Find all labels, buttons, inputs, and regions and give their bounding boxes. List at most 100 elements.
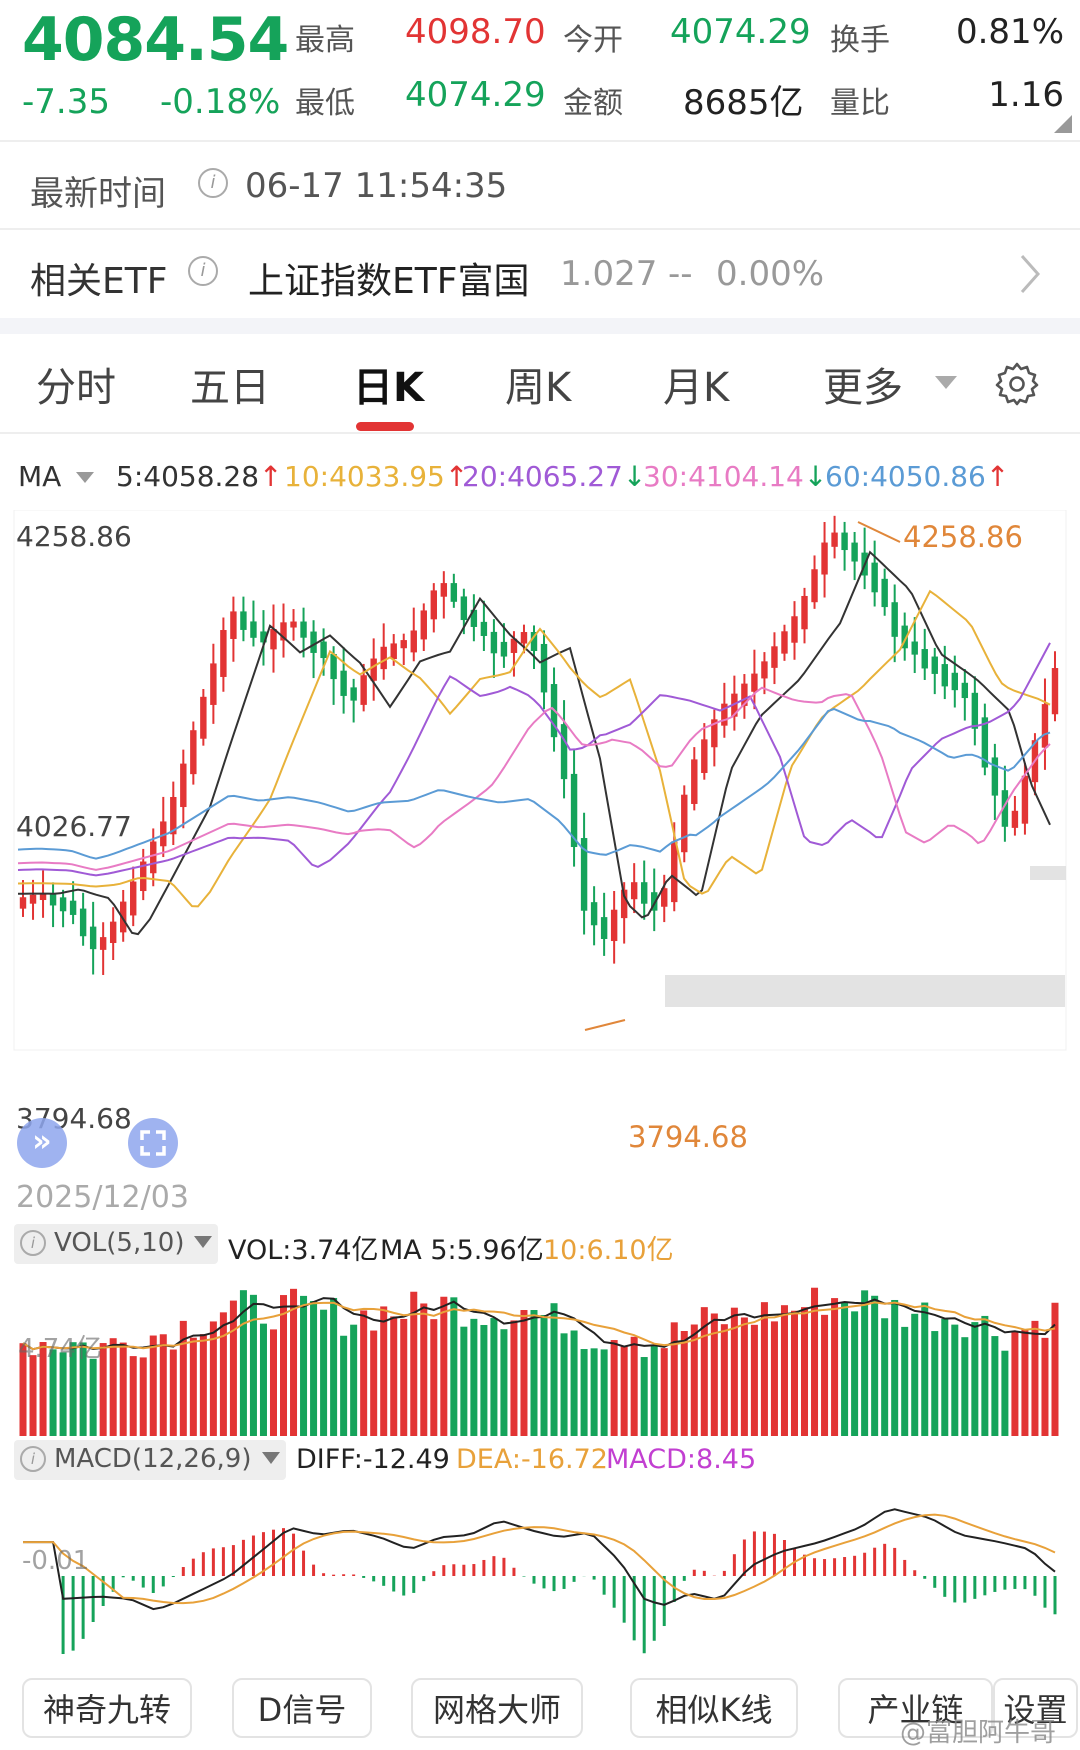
expand-corner-icon[interactable] <box>1054 115 1072 133</box>
similar-k-button[interactable]: 相似K线 <box>630 1678 798 1738</box>
candle-body <box>420 610 427 640</box>
macd-indicator-select[interactable]: i MACD(12,26,9) <box>14 1440 286 1480</box>
chevron-right-icon <box>1020 255 1041 293</box>
volratio-label: 量比 <box>830 86 890 121</box>
candle-body <box>851 542 858 562</box>
watermark: @富胆阿牛哥 <box>900 1718 1057 1748</box>
fullscreen-button[interactable] <box>128 1118 178 1168</box>
tab-five-day[interactable]: 五日 <box>190 355 270 413</box>
candle-body <box>671 841 678 903</box>
tab-weekly-k[interactable]: 周K <box>505 355 571 413</box>
price-change: -7.35 <box>22 82 110 122</box>
volratio-value: 1.16 <box>988 75 1064 115</box>
candle-body <box>1051 668 1059 715</box>
macd-chart[interactable] <box>0 1484 1080 1654</box>
volume-bar <box>981 1315 989 1436</box>
volume-bar <box>109 1338 117 1436</box>
candle-body <box>1021 775 1029 824</box>
volume-bar <box>861 1290 869 1436</box>
volume-bar <box>961 1337 969 1436</box>
volume-bar <box>770 1321 778 1436</box>
volume-bar <box>600 1349 608 1436</box>
settings-gear-icon[interactable] <box>994 360 1040 406</box>
d-signal-button[interactable]: D信号 <box>232 1678 372 1738</box>
volume-bar <box>29 1355 37 1436</box>
volume-bar <box>380 1306 388 1436</box>
kline-chart[interactable] <box>0 510 1080 1170</box>
more-dropdown-icon[interactable] <box>935 376 957 389</box>
volume-bar <box>780 1305 788 1436</box>
tab-daily-k[interactable]: 日K <box>353 355 424 413</box>
active-tab-indicator <box>356 422 414 431</box>
volume-bar <box>1051 1302 1059 1436</box>
candle-body <box>801 595 808 630</box>
update-time-value: 06-17 11:54:35 <box>245 166 508 206</box>
volume-bar <box>801 1307 809 1436</box>
ma-10: 10:4033.95↑ <box>284 460 469 493</box>
volume-bar <box>300 1295 308 1436</box>
high-annotation: 4258.86 <box>903 520 1023 554</box>
candle-body <box>520 632 528 644</box>
magic-nine-button[interactable]: 神奇九转 <box>22 1678 192 1738</box>
update-time-label: 最新时间 <box>30 174 166 214</box>
volume-bar <box>891 1299 899 1436</box>
volume-bar <box>249 1294 257 1436</box>
candle-body <box>681 794 688 853</box>
candle-body <box>480 621 488 636</box>
axis-mid-label: 4026.77 <box>16 810 132 843</box>
volume-ma-line <box>22 1297 1056 1351</box>
low-leader-line <box>584 1019 626 1031</box>
candle-body <box>891 602 898 637</box>
candle-body <box>941 664 948 687</box>
candle-body <box>560 724 568 780</box>
etf-row[interactable]: 相关ETF i 上证指数ETF富国 1.027 -- 0.00% <box>0 230 1080 318</box>
candle-body <box>330 653 337 680</box>
volume-bar <box>199 1334 207 1436</box>
volume-bar <box>1011 1331 1019 1436</box>
axis-top-label: 4258.86 <box>16 520 132 553</box>
tab-monthly-k[interactable]: 月K <box>663 355 729 413</box>
grid-master-button[interactable]: 网格大师 <box>411 1678 583 1738</box>
volume-bar <box>640 1357 648 1436</box>
candle-body <box>600 917 608 939</box>
candle-body <box>821 542 828 575</box>
candle-body <box>49 894 57 906</box>
volume-bar <box>460 1326 468 1436</box>
volume-bar <box>750 1324 758 1436</box>
vol-indicator-select[interactable]: i VOL(5,10) <box>14 1224 218 1264</box>
volume-bar <box>841 1302 849 1436</box>
vol-indicator-name: VOL(5,10) <box>54 1228 185 1258</box>
candle-body <box>811 569 818 603</box>
volume-bar <box>670 1322 678 1436</box>
volume-bar <box>400 1318 408 1436</box>
tab-more[interactable]: 更多 <box>823 355 903 413</box>
volume-bar <box>831 1298 839 1436</box>
candle-body <box>450 583 458 602</box>
volume-bar <box>350 1324 358 1436</box>
candle-body <box>220 630 227 677</box>
volume-bar <box>680 1331 688 1436</box>
etf-info-icon[interactable]: i <box>188 256 218 286</box>
fullscreen-icon <box>140 1130 166 1156</box>
volume-bar <box>1031 1320 1039 1436</box>
fast-forward-button[interactable]: » <box>17 1118 67 1168</box>
macd-signal-line <box>23 1513 1056 1605</box>
ma-label[interactable]: MA <box>18 460 61 493</box>
candle-body <box>781 631 788 654</box>
volume-bar <box>560 1333 568 1436</box>
ma-dropdown-icon[interactable] <box>76 472 94 483</box>
etf-name: 上证指数ETF富国 <box>248 261 530 302</box>
candle-body <box>150 841 157 874</box>
volume-bar <box>450 1297 458 1436</box>
vol-axis-label: 4.74亿 <box>18 1334 102 1364</box>
volume-bar <box>881 1318 889 1436</box>
update-info-icon[interactable]: i <box>198 168 228 198</box>
tab-intraday[interactable]: 分时 <box>36 355 116 413</box>
volume-chart[interactable] <box>0 1270 1080 1440</box>
candle-body <box>791 616 798 643</box>
volume-bar <box>620 1346 628 1436</box>
macd-diff: DIFF:-12.49 <box>296 1444 450 1475</box>
candle-body <box>490 631 498 654</box>
candle-body <box>761 661 768 679</box>
candle-body <box>841 532 848 551</box>
